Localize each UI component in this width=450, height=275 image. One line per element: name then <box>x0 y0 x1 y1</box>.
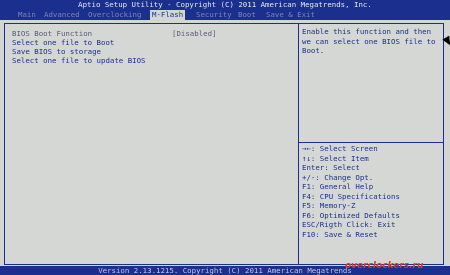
tab-main[interactable]: Main <box>16 10 38 20</box>
key-save-reset: F10: Save & Reset <box>302 229 378 239</box>
app-title: Aptio Setup Utility - Copyright (C) 2011… <box>78 0 372 9</box>
key-cpu-specs: F4: CPU Specifications <box>302 191 400 201</box>
tab-m-flash[interactable]: M-Flash <box>150 10 186 20</box>
tab-advanced[interactable]: Advanced <box>42 10 82 20</box>
help-panel: Enable this function and then we can sel… <box>298 23 444 265</box>
key-enter: Enter: Select <box>302 163 360 172</box>
settings-panel: BIOS Boot Function [Disabled] Select one… <box>4 23 299 265</box>
key-change-opt: +/-: Change Opt. <box>302 172 374 182</box>
version-text: Version 2.13.1215. Copyright (C) 2011 Am… <box>98 266 352 275</box>
bios-boot-function-value[interactable]: [Disabled] <box>172 29 217 38</box>
tab-overclocking[interactable]: Overclocking <box>86 10 143 20</box>
key-exit: ESC/Rigth Click: Exit <box>302 220 396 229</box>
tab-security[interactable]: Security <box>194 10 234 20</box>
key-optimized-defaults: F6: Optimized Defaults <box>302 210 400 220</box>
tab-boot[interactable]: Boot <box>236 10 258 20</box>
key-memory-z: F5: Memory-Z <box>302 201 356 210</box>
bios-boot-function-label: BIOS Boot Function <box>12 29 93 38</box>
help-divider <box>299 142 443 143</box>
menu-bar: Main Advanced Overclocking M-Flash Secur… <box>0 10 450 20</box>
title-bar: Aptio Setup Utility - Copyright (C) 2011… <box>0 0 450 10</box>
watermark: overclockers.ru <box>345 261 424 271</box>
select-file-boot-option[interactable]: Select one file to Boot <box>12 38 114 47</box>
bios-boot-function-row[interactable]: BIOS Boot Function [Disabled] <box>12 29 217 38</box>
select-file-update-option[interactable]: Select one file to update BIOS <box>12 56 146 65</box>
key-legend: →←: Select Screen ↑↓: Select Item Enter:… <box>302 144 442 239</box>
tab-save-exit[interactable]: Save & Exit <box>264 10 317 20</box>
help-description: Enable this function and then we can sel… <box>302 27 436 55</box>
key-select-item: ↑↓: Select Item <box>302 153 369 163</box>
key-select-screen: →←: Select Screen <box>302 144 378 153</box>
key-general-help: F1: General Help <box>302 182 374 191</box>
save-bios-option[interactable]: Save BIOS to storage <box>12 47 101 56</box>
